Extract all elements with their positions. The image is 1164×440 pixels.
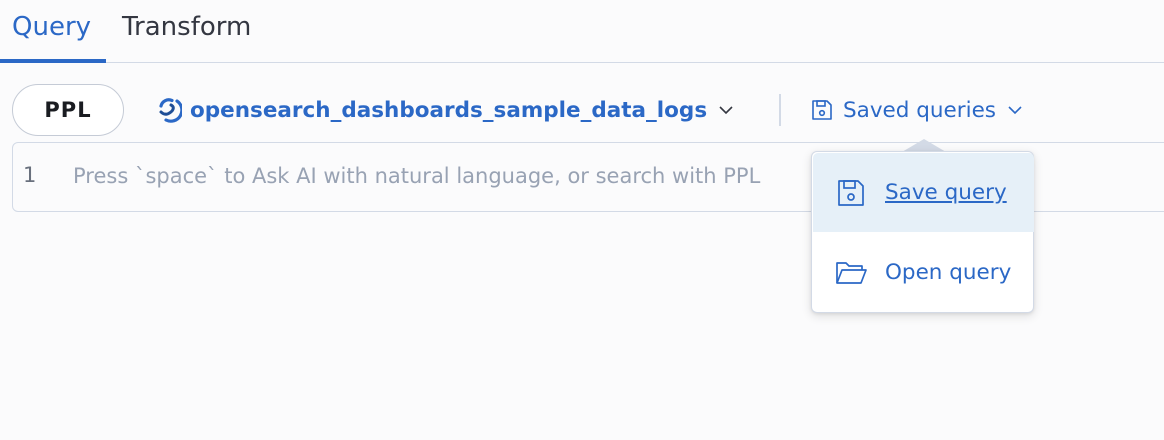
datasource-label: opensearch_dashboards_sample_data_logs [190,97,708,123]
save-icon [838,179,864,206]
chevron-down-icon [719,106,733,115]
tab-transform[interactable]: Transform [122,10,251,44]
open-query-menu-item[interactable]: Open query [813,233,1034,312]
toolbar-divider [779,94,781,126]
tab-bar: Query Transform [0,0,1164,63]
tab-query[interactable]: Query [12,10,91,44]
editor-placeholder: Press `space` to Ask AI with natural lan… [73,164,761,188]
save-icon [812,100,832,120]
chevron-down-icon [1008,106,1022,115]
save-query-menu-item[interactable]: Save query [813,153,1034,232]
opensearch-logo-icon [159,98,182,123]
line-number: 1 [23,163,37,187]
active-tab-indicator [0,59,106,63]
language-label: PPL [44,98,92,122]
saved-queries-label: Saved queries [843,97,996,123]
save-query-label: Save query [885,180,1007,205]
open-query-label: Open query [885,260,1012,285]
saved-queries-popover: Save query Open query [811,151,1034,313]
language-toggle-button[interactable]: PPL [12,84,124,136]
folder-open-icon [836,261,867,284]
datasource-selector[interactable]: opensearch_dashboards_sample_data_logs [156,92,735,128]
saved-queries-button[interactable]: Saved queries [811,92,1024,128]
